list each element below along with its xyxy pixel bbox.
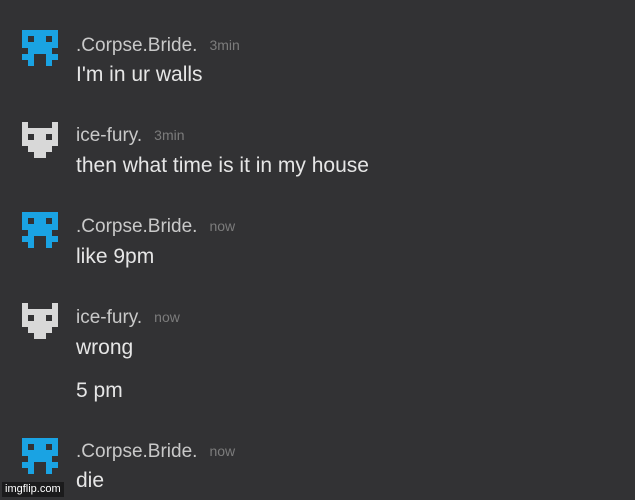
- username[interactable]: ice-fury.: [76, 125, 142, 146]
- message-text: I'm in ur walls: [76, 63, 203, 86]
- message-header: .Corpse.Bride. now: [76, 440, 235, 463]
- message-text: like 9pm: [76, 245, 155, 268]
- message-text: 5 pm: [76, 379, 123, 402]
- corpse-bride-avatar-icon[interactable]: [22, 438, 58, 474]
- username[interactable]: .Corpse.Bride.: [76, 35, 197, 56]
- username[interactable]: .Corpse.Bride.: [76, 441, 197, 462]
- timestamp: now: [209, 218, 236, 234]
- timestamp: now: [154, 309, 180, 325]
- timestamp: 3min: [209, 37, 240, 53]
- username[interactable]: .Corpse.Bride.: [76, 216, 197, 237]
- imgflip-watermark: imgflip.com: [2, 482, 64, 497]
- ice-fury-avatar-icon[interactable]: [22, 122, 58, 158]
- corpse-bride-avatar-icon[interactable]: [22, 30, 58, 66]
- message-header: ice-fury. 3min: [76, 124, 185, 147]
- message-text: wrong: [76, 336, 134, 359]
- username[interactable]: ice-fury.: [76, 307, 142, 328]
- message-header: .Corpse.Bride. 3min: [76, 34, 240, 57]
- message-header: ice-fury. now: [76, 306, 180, 329]
- corpse-bride-avatar-icon[interactable]: [22, 212, 58, 248]
- message-text: die: [76, 469, 105, 492]
- timestamp: now: [209, 443, 236, 459]
- ice-fury-avatar-icon[interactable]: [22, 303, 58, 339]
- timestamp: 3min: [154, 127, 185, 143]
- message-header: .Corpse.Bride. now: [76, 215, 235, 238]
- message-text: then what time is it in my house: [76, 154, 369, 177]
